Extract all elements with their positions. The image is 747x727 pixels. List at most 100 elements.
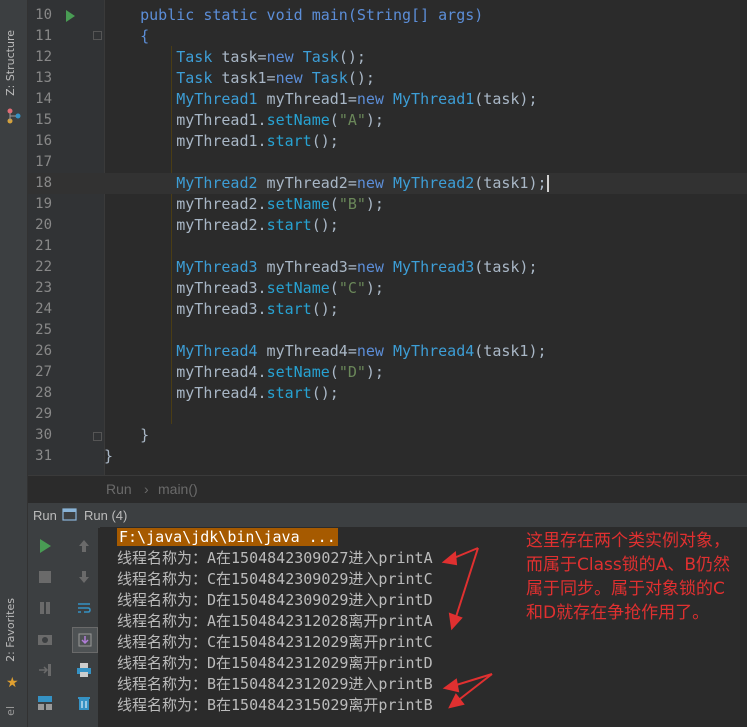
code-line[interactable]: 12 Task task=new Task();	[28, 47, 747, 68]
code-token: (String[] args)	[347, 6, 484, 24]
code-token: setName	[266, 195, 330, 213]
code-text: }	[104, 446, 113, 467]
favorites-tab-label: 2: Favorites	[4, 598, 17, 662]
line-number: 19	[35, 196, 52, 212]
run-panel-title: Run	[33, 508, 57, 523]
line-number: 21	[35, 238, 52, 254]
code-token: Task	[311, 69, 348, 87]
output-text: 线程名称为：A在1504842312028离开printA	[117, 612, 433, 630]
code-line[interactable]: 25	[28, 320, 747, 341]
run-gutter-icon[interactable]	[66, 10, 75, 22]
favorites-tab[interactable]: 2: Favorites	[4, 598, 17, 662]
login-icon[interactable]	[33, 658, 57, 682]
code-token: MyThread4	[176, 342, 258, 360]
code-line[interactable]: 10 public static void main(String[] args…	[28, 5, 747, 26]
code-line[interactable]: 20 myThread2.start();	[28, 215, 747, 236]
trash-icon[interactable]	[72, 691, 96, 715]
clipped-tab[interactable]: el	[4, 706, 17, 716]
output-text: 线程名称为：D在1504842309029进入printD	[117, 591, 433, 609]
text-caret	[546, 175, 549, 192]
line-number: 30	[35, 427, 52, 443]
line-number: 12	[35, 49, 52, 65]
line-number: 13	[35, 70, 52, 86]
command-text: F:\java\jdk\bin\java ...	[117, 528, 338, 546]
code-token: MyThread2	[393, 174, 475, 192]
code-text: Task task=new Task();	[104, 47, 366, 68]
structure-tab[interactable]: Z: Structure	[4, 30, 17, 96]
annotation-note: 这里存在两个类实例对象，而属于Class锁的A、B仍然属于同步。属于对象锁的C和…	[526, 531, 731, 623]
structure-icon	[7, 108, 21, 128]
code-token: (	[329, 195, 339, 213]
breadcrumb-class[interactable]: Run	[106, 481, 132, 497]
code-editor[interactable]: 10 public static void main(String[] args…	[28, 0, 747, 475]
stop-icon[interactable]	[33, 565, 57, 589]
code-line[interactable]: 16 myThread1.start();	[28, 131, 747, 152]
code-token: myThread3.	[104, 300, 267, 318]
code-line[interactable]: 26 MyThread4 myThread4=new MyThread4(tas…	[28, 341, 747, 362]
layout-icon[interactable]	[33, 691, 57, 715]
line-number: 20	[35, 217, 52, 233]
code-token: myThread2=	[257, 174, 357, 192]
code-token: public static void	[140, 6, 312, 24]
code-token: Task	[176, 69, 213, 87]
code-token: ();	[338, 48, 366, 66]
fold-icon[interactable]	[93, 432, 102, 441]
code-line[interactable]: 19 myThread2.setName("B");	[28, 194, 747, 215]
run-toolbar	[28, 527, 98, 727]
line-number: 24	[35, 301, 52, 317]
code-token: task=	[212, 48, 267, 66]
code-token: "C"	[338, 279, 366, 297]
breadcrumb-separator: ›	[144, 481, 149, 497]
code-line[interactable]: 11 {	[28, 26, 747, 47]
code-token: (task1);	[474, 342, 547, 360]
pause-icon[interactable]	[33, 596, 57, 620]
code-line[interactable]: 14 MyThread1 myThread1=new MyThread1(tas…	[28, 89, 747, 110]
console-tab-icon	[62, 507, 78, 525]
code-line[interactable]: 28 myThread4.start();	[28, 383, 747, 404]
scroll-to-end-icon[interactable]	[72, 627, 98, 653]
code-token: }	[104, 426, 150, 444]
code-token: new	[356, 174, 393, 192]
code-token: myThread2.	[104, 195, 267, 213]
code-line[interactable]: 17	[28, 152, 747, 173]
code-line[interactable]: 29	[28, 404, 747, 425]
code-token: new	[266, 48, 303, 66]
soft-wrap-icon[interactable]	[72, 596, 96, 620]
rerun-icon[interactable]	[33, 534, 57, 558]
code-line[interactable]: 23 myThread3.setName("C");	[28, 278, 747, 299]
code-token: (task);	[474, 90, 538, 108]
code-text: MyThread2 myThread2=new MyThread2(task1)…	[104, 173, 549, 194]
code-line[interactable]: 22 MyThread3 myThread3=new MyThread3(tas…	[28, 257, 747, 278]
print-icon[interactable]	[72, 658, 96, 682]
left-tool-strip: Z: Structure 2: Favorites ★ el	[0, 0, 28, 727]
output-line: 线程名称为：B在1504842315029离开printB	[117, 695, 433, 716]
breadcrumb-method[interactable]: main()	[158, 481, 198, 497]
scroll-down-icon[interactable]	[72, 565, 96, 589]
code-token: task1=	[212, 69, 276, 87]
code-token: myThread1.	[104, 132, 267, 150]
code-line[interactable]: 27 myThread4.setName("D");	[28, 362, 747, 383]
code-token: (	[329, 363, 339, 381]
run-tab-label[interactable]: Run (4)	[84, 508, 127, 523]
code-token: myThread1=	[257, 90, 357, 108]
code-token: new	[356, 258, 393, 276]
clipped-tab-label: el	[4, 706, 17, 716]
fold-icon[interactable]	[93, 31, 102, 40]
code-line[interactable]: 21	[28, 236, 747, 257]
code-line[interactable]: 30 }	[28, 425, 747, 446]
code-line[interactable]: 24 myThread3.start();	[28, 299, 747, 320]
camera-icon[interactable]	[33, 627, 57, 651]
code-token: (task);	[474, 258, 538, 276]
code-line[interactable]: 31}	[28, 446, 747, 467]
output-line: 线程名称为：A在1504842309027进入printA	[117, 548, 433, 569]
code-line[interactable]: 18 MyThread2 myThread2=new MyThread2(tas…	[28, 173, 747, 194]
scroll-up-icon[interactable]	[72, 534, 96, 558]
command-line: F:\java\jdk\bin\java ...	[117, 527, 338, 548]
code-token: start	[266, 216, 312, 234]
output-line: 线程名称为：D在1504842309029进入printD	[117, 590, 433, 611]
code-line[interactable]: 15 myThread1.setName("A");	[28, 110, 747, 131]
code-text: myThread4.setName("D");	[104, 362, 384, 383]
code-line[interactable]: 13 Task task1=new Task();	[28, 68, 747, 89]
